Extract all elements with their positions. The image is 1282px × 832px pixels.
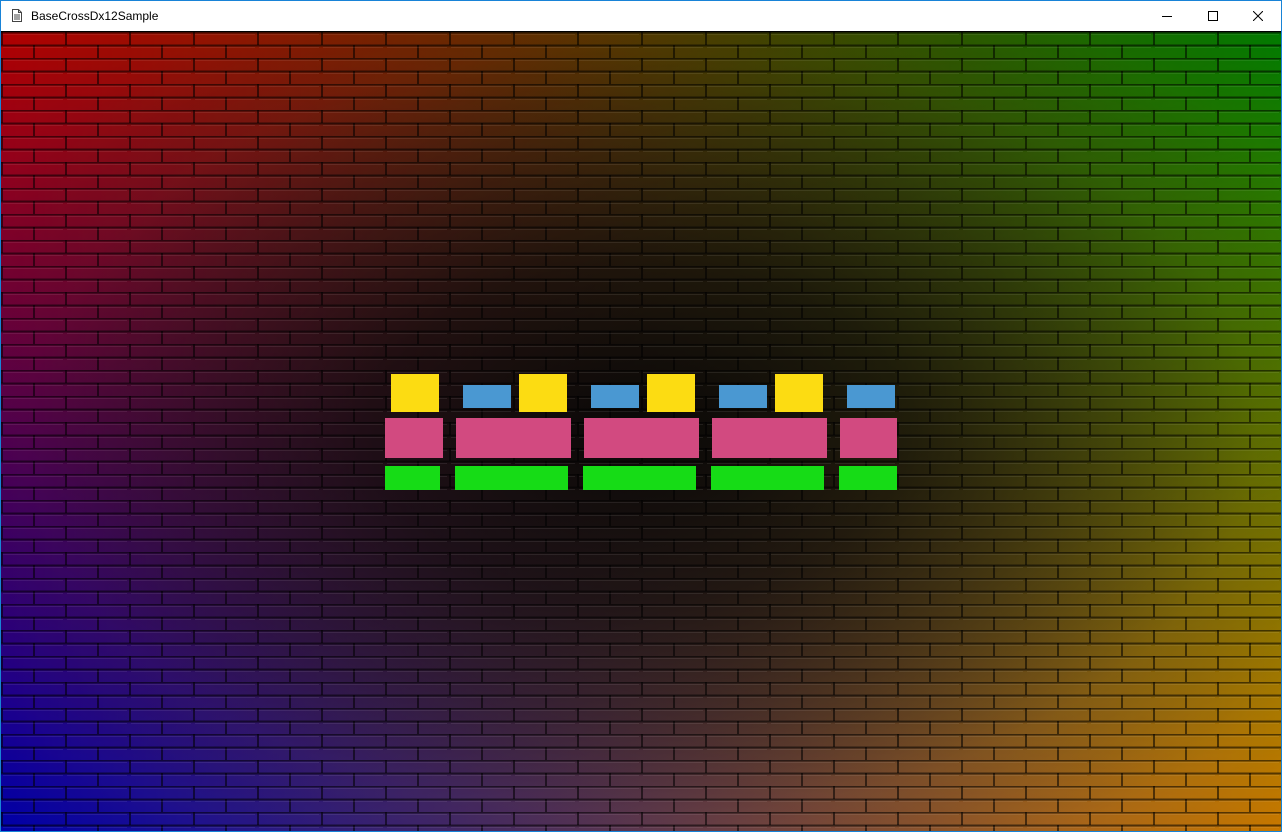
maximize-button[interactable] bbox=[1190, 1, 1236, 31]
minimize-icon bbox=[1162, 16, 1172, 17]
close-button[interactable] bbox=[1235, 1, 1281, 31]
yellow-block bbox=[775, 374, 823, 412]
yellow-block bbox=[391, 374, 439, 412]
green-block bbox=[711, 466, 824, 490]
blue-block bbox=[591, 385, 639, 408]
pink-block bbox=[456, 418, 571, 458]
pink-block bbox=[584, 418, 699, 458]
yellow-block bbox=[519, 374, 567, 412]
blue-block bbox=[719, 385, 767, 408]
pink-block bbox=[712, 418, 827, 458]
blue-block bbox=[847, 385, 895, 408]
document-icon bbox=[12, 9, 22, 22]
app-window: BaseCrossDx12Sample bbox=[0, 0, 1282, 832]
green-block bbox=[385, 466, 440, 490]
close-icon bbox=[1253, 11, 1263, 21]
maximize-icon bbox=[1208, 11, 1218, 21]
pink-block bbox=[385, 418, 443, 458]
green-block bbox=[839, 466, 897, 490]
minimize-button[interactable] bbox=[1144, 1, 1190, 31]
yellow-block bbox=[647, 374, 695, 412]
title-bar[interactable]: BaseCrossDx12Sample bbox=[1, 1, 1281, 31]
green-block bbox=[455, 466, 568, 490]
blue-block bbox=[463, 385, 511, 408]
green-block bbox=[583, 466, 696, 490]
window-title: BaseCrossDx12Sample bbox=[31, 9, 159, 23]
game-viewport[interactable] bbox=[1, 32, 1281, 831]
pink-block bbox=[840, 418, 897, 458]
